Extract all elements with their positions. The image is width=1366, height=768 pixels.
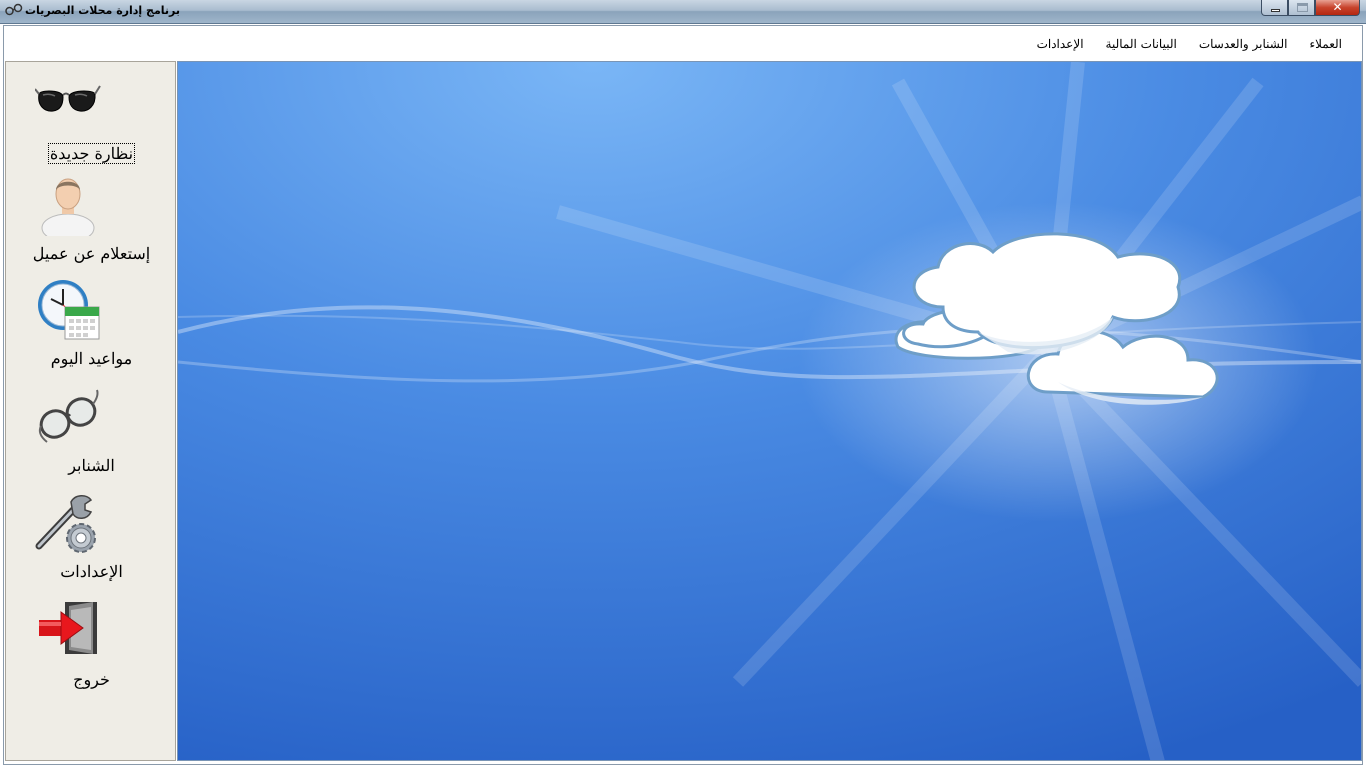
frames-button[interactable]: الشنابر — [6, 386, 177, 492]
wrench-gear-icon — [35, 495, 96, 553]
close-button[interactable]: ✕ — [1315, 0, 1360, 16]
glasses-app-icon — [5, 3, 23, 16]
exit-button[interactable]: خروج — [6, 600, 177, 706]
new-glasses-button[interactable]: نظارة جديدة — [6, 76, 177, 176]
customer-inquiry-label: إستعلام عن عميل — [32, 244, 151, 263]
todays-appointments-button[interactable]: مواعيد اليوم — [6, 279, 177, 385]
main-form: العملاء الشنابر والعدسات البيانات المالي… — [3, 25, 1363, 765]
new-glasses-label: نظارة جديدة — [47, 143, 136, 164]
user-icon — [41, 178, 95, 236]
title-bar[interactable]: برنامج إدارة محلات البصريات ✕ — [0, 0, 1366, 24]
menu-bar: العملاء الشنابر والعدسات البيانات المالي… — [4, 33, 1362, 55]
eyeglasses-icon — [38, 389, 99, 443]
close-icon: ✕ — [1332, 0, 1343, 14]
minimize-button[interactable] — [1261, 0, 1288, 16]
background-area — [177, 61, 1362, 761]
menu-settings[interactable]: الإعدادات — [1027, 33, 1094, 55]
app-window: برنامج إدارة محلات البصريات ✕ العملاء ال… — [0, 0, 1366, 768]
todays-appointments-label: مواعيد اليوم — [50, 349, 133, 368]
menu-financial-data[interactable]: البيانات المالية — [1096, 33, 1187, 55]
customer-inquiry-button[interactable]: إستعلام عن عميل — [6, 174, 177, 280]
settings-button[interactable]: الإعدادات — [6, 492, 177, 598]
menu-customers[interactable]: العملاء — [1299, 33, 1352, 55]
window-title: برنامج إدارة محلات البصريات — [25, 4, 181, 17]
maximize-icon — [1297, 3, 1308, 12]
window-controls: ✕ — [1261, 0, 1360, 16]
exit-label: خروج — [73, 670, 110, 689]
settings-label: الإعدادات — [60, 562, 123, 581]
maximize-button[interactable] — [1288, 0, 1315, 16]
exit-door-icon — [39, 602, 97, 654]
clock-calendar-icon — [38, 280, 100, 340]
frames-label: الشنابر — [68, 456, 115, 475]
sunglasses-icon — [35, 85, 101, 112]
sky-cloud-wallpaper — [178, 62, 1361, 760]
menu-frames-lenses[interactable]: الشنابر والعدسات — [1189, 33, 1298, 55]
toolbar-panel: نظارة جديدة إستعلام عن عميل مواعيد اليوم… — [5, 61, 176, 761]
minimize-icon — [1271, 9, 1280, 12]
